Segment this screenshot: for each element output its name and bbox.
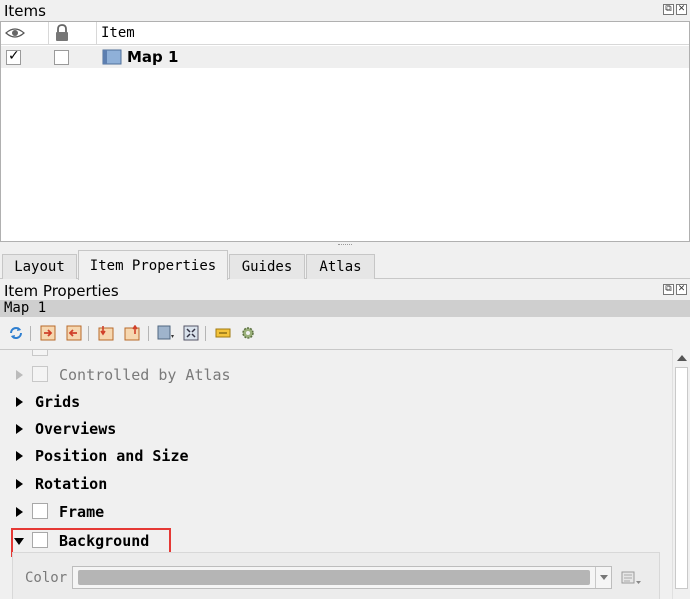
- expand-arrow-icon[interactable]: [16, 370, 23, 380]
- color-swatch: [78, 570, 590, 585]
- section-label: Frame: [59, 503, 105, 521]
- lock-checkbox[interactable]: [54, 50, 69, 65]
- item-column-label: Item: [101, 25, 135, 41]
- labels-icon[interactable]: [215, 325, 231, 341]
- link-icon[interactable]: [124, 325, 140, 341]
- items-header: Item: [1, 22, 689, 45]
- tab-bar: Layout Item Properties Guides Atlas: [0, 250, 690, 280]
- items-panel-title-bar: Items ⧉ ✕: [0, 0, 690, 20]
- tab-atlas[interactable]: Atlas: [306, 254, 375, 279]
- toolbar-separator: [88, 326, 89, 341]
- map-icon: [102, 49, 122, 65]
- section-position-and-size[interactable]: Position and Size: [0, 444, 670, 468]
- item-properties-title-bar: Item Properties ⧉ ✕: [0, 280, 690, 300]
- color-button[interactable]: [72, 566, 612, 589]
- expand-arrow-icon[interactable]: [16, 451, 23, 461]
- toolbar-separator: [148, 326, 149, 341]
- section-controlled-by-atlas[interactable]: Controlled by Atlas: [0, 363, 670, 387]
- close-icon[interactable]: ✕: [676, 284, 687, 295]
- section-label: Position and Size: [35, 447, 189, 465]
- visibility-checkbox[interactable]: [6, 48, 21, 65]
- toolbar-separator: [30, 326, 31, 341]
- expand-arrow-icon[interactable]: [16, 397, 23, 407]
- expand-arrow-icon[interactable]: [16, 479, 23, 489]
- section-label: Overviews: [35, 420, 117, 438]
- section-label: Controlled by Atlas: [59, 366, 231, 384]
- items-panel-title: Items: [4, 2, 46, 20]
- item-column-header[interactable]: Item: [97, 22, 689, 44]
- section-rotation[interactable]: Rotation: [0, 472, 670, 496]
- move-content-icon[interactable]: [98, 325, 114, 341]
- eye-icon: [5, 28, 25, 38]
- expand-arrow-icon[interactable]: [16, 507, 23, 517]
- view-extent-icon[interactable]: [66, 325, 82, 341]
- refresh-icon[interactable]: [8, 325, 24, 341]
- item-label: Map 1: [127, 48, 179, 66]
- visibility-column-header[interactable]: [1, 22, 49, 44]
- color-label: Color: [25, 570, 68, 586]
- settings-icon[interactable]: [240, 325, 256, 341]
- float-icon[interactable]: ⧉: [663, 4, 674, 15]
- map-toolbar: [0, 320, 690, 348]
- toolbar-separator: [205, 326, 206, 341]
- section-checkbox[interactable]: [32, 503, 48, 519]
- close-icon[interactable]: ✕: [676, 4, 687, 15]
- section-checkbox[interactable]: [32, 366, 48, 382]
- tab-item-properties[interactable]: Item Properties: [78, 250, 228, 280]
- section-overviews[interactable]: Overviews: [0, 417, 670, 441]
- section-label: Rotation: [35, 475, 108, 493]
- lock-icon: [56, 24, 68, 41]
- lock-column-header[interactable]: [49, 22, 97, 44]
- section-grids[interactable]: Grids: [0, 390, 670, 414]
- section-checkbox: [32, 350, 48, 356]
- section-frame[interactable]: Frame: [0, 500, 670, 524]
- item-name-bar: Map 1: [0, 300, 690, 317]
- bookmarks-icon[interactable]: [157, 325, 177, 341]
- tab-layout[interactable]: Layout: [2, 254, 77, 279]
- splitter-handle[interactable]: [338, 244, 352, 246]
- scrollbar-thumb[interactable]: [675, 367, 688, 589]
- expand-arrow-icon[interactable]: [16, 424, 23, 434]
- scroll-up-icon[interactable]: [677, 355, 687, 361]
- data-defined-override-icon[interactable]: [620, 569, 644, 587]
- chevron-down-icon[interactable]: [595, 567, 611, 588]
- section-partial: [0, 350, 670, 361]
- items-table: Item Map 1: [0, 21, 690, 242]
- tab-guides[interactable]: Guides: [229, 254, 305, 279]
- zoom-icon[interactable]: [183, 325, 199, 341]
- vertical-scrollbar[interactable]: [672, 349, 690, 599]
- float-icon[interactable]: ⧉: [663, 284, 674, 295]
- item-name: Map 1: [4, 300, 47, 316]
- item-properties-title: Item Properties: [4, 282, 119, 300]
- section-label: Grids: [35, 393, 81, 411]
- set-extent-icon[interactable]: [40, 325, 56, 341]
- table-row[interactable]: Map 1: [1, 46, 689, 68]
